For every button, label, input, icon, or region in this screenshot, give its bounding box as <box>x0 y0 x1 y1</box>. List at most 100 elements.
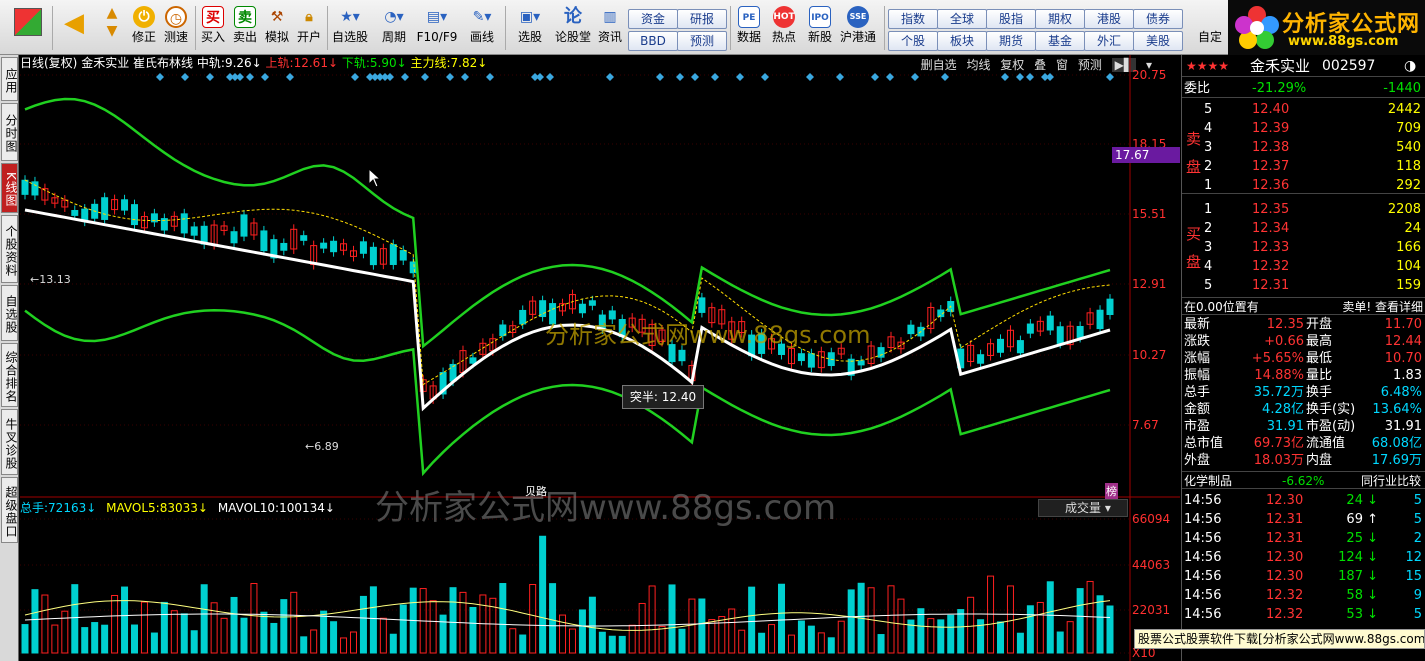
speed-test-button[interactable]: ◷ 测速 <box>160 4 192 52</box>
volume-bar <box>1056 631 1064 654</box>
event-tag[interactable]: 贝路 <box>525 483 547 499</box>
stock-button[interactable]: 个股 <box>888 31 938 51</box>
signal-diamond <box>806 73 814 81</box>
up-down-button[interactable]: ▲ ▼ <box>98 4 126 52</box>
data-button[interactable]: PE 数据 <box>734 4 764 52</box>
sell-note-link[interactable]: 卖单! 查看详细 <box>1342 298 1423 316</box>
volume-bar <box>150 632 158 654</box>
index-futures-button[interactable]: 股指 <box>986 9 1036 29</box>
buy-level-row[interactable]: 1 12.35 2208 <box>1182 200 1425 219</box>
capital-button[interactable]: 资金 <box>628 9 678 29</box>
bbd-button[interactable]: BBD <box>628 31 678 51</box>
forecast-button[interactable]: 预测 <box>677 31 727 51</box>
volume-bar <box>519 634 527 654</box>
candle-body <box>857 360 865 366</box>
candle-body <box>807 353 815 368</box>
volume-bar <box>61 610 69 654</box>
app-menu-icon[interactable] <box>10 4 46 52</box>
indicator-select[interactable]: 成交量 ▾ <box>1038 499 1128 517</box>
tab-super-book[interactable]: 超级盘口 <box>1 477 18 543</box>
options-button[interactable]: 期权 <box>1035 9 1085 29</box>
volume-bar <box>718 616 726 654</box>
stat-row: 外盘 18.03万 内盘 17.69万 <box>1184 453 1422 468</box>
f10-button[interactable]: ▤▾ F10/F9 <box>416 4 458 52</box>
hot-button[interactable]: HOT 热点 <box>768 4 800 52</box>
stat-row: 总手 35.72万 换手 6.48% <box>1184 385 1422 400</box>
fund-button[interactable]: 基金 <box>1035 31 1085 51</box>
futures-button[interactable]: 期货 <box>986 31 1036 51</box>
open-account-button[interactable]: 🔒︎ 开户 <box>294 4 324 52</box>
menu-icon[interactable]: ◑ <box>1404 55 1416 77</box>
industry-compare-link[interactable]: 同行业比较 <box>1361 472 1421 490</box>
buy-button[interactable]: 买买入 <box>198 4 228 52</box>
sell-level-row[interactable]: 4 12.39 709 <box>1182 119 1425 138</box>
bottom-banner[interactable]: 股票公式股票软件下载[分析家公式网www.88gs.com <box>1134 629 1425 649</box>
mavol10: 100134 <box>279 501 325 515</box>
signal-diamond <box>711 73 719 81</box>
news-button[interactable]: ▥ 资讯 <box>594 4 626 52</box>
hammer-icon: ⚒ <box>270 9 284 25</box>
signal-diamond <box>1106 73 1114 81</box>
buy-level-row[interactable]: 4 12.32 104 <box>1182 257 1425 276</box>
us-stock-button[interactable]: 美股 <box>1133 31 1183 51</box>
order-ratio: -21.29% <box>1252 81 1307 96</box>
hk-stock-button[interactable]: 港股 <box>1084 9 1134 29</box>
candle-body <box>330 240 338 253</box>
candle-body <box>877 347 885 358</box>
buy-level-row[interactable]: 5 12.31 159 <box>1182 276 1425 295</box>
tab-stock-profile[interactable]: 个股资料 <box>1 215 18 283</box>
buy-level-row[interactable]: 3 12.33 166 <box>1182 238 1425 257</box>
period-button[interactable]: ◔▾ 周期 <box>374 4 414 52</box>
tick-row: 14:56 12.30 24 ↓ 5 <box>1184 493 1422 508</box>
forex-button[interactable]: 外汇 <box>1084 31 1134 51</box>
tab-ranking[interactable]: 综合排名 <box>1 343 18 407</box>
candle-body <box>260 230 268 252</box>
new-stock-button[interactable]: IPO 新股 <box>804 4 836 52</box>
sector-button[interactable]: 板块 <box>937 31 987 51</box>
tick-row: 14:56 12.31 69 ↑ 5 <box>1184 512 1422 527</box>
draw-line-button[interactable]: ✎▾ 画线 <box>462 4 502 52</box>
sell-level-row[interactable]: 2 12.37 118 <box>1182 157 1425 176</box>
volume-bar <box>559 614 567 654</box>
research-button[interactable]: 研报 <box>677 9 727 29</box>
hk-connect-button[interactable]: SSE 沪港通 <box>838 4 878 52</box>
forum-icon: 论 <box>564 6 582 27</box>
volume-bar <box>758 632 766 654</box>
volume-bar <box>668 584 676 654</box>
signal-diamond <box>1016 73 1024 81</box>
index-button[interactable]: 指数 <box>888 9 938 29</box>
simulate-button[interactable]: ⚒ 模拟 <box>262 4 292 52</box>
stock-picker-button[interactable]: ▣▾ 选股 <box>508 4 552 52</box>
fix-button[interactable]: ⏻ 修正 <box>128 4 160 52</box>
sell-level-row[interactable]: 3 12.38 540 <box>1182 138 1425 157</box>
tab-apps[interactable]: 应用 <box>1 57 18 101</box>
volume-bar <box>578 609 586 654</box>
back-button[interactable]: ◀ <box>58 4 90 52</box>
stock-code: 002597 <box>1322 58 1376 74</box>
ipo-icon: IPO <box>809 6 831 28</box>
buy-level-row[interactable]: 2 12.34 24 <box>1182 219 1425 238</box>
tab-diagnosis[interactable]: 牛叉诊股 <box>1 409 18 475</box>
sell-level-row[interactable]: 5 12.40 2442 <box>1182 100 1425 119</box>
tick-row: 14:56 12.30 124 ↓ 12 <box>1184 550 1422 565</box>
forum-button[interactable]: 论论股堂 <box>554 4 592 52</box>
candle-body <box>578 303 586 314</box>
tab-kline[interactable]: K线图 <box>1 163 18 213</box>
candle-body <box>130 204 138 226</box>
global-button[interactable]: 全球 <box>937 9 987 29</box>
signal-diamond <box>871 73 879 81</box>
candle-body <box>389 244 397 265</box>
kline-chart-panel[interactable]: 日线(复权) 金禾实业 崔氏布林线 中轨:9.26↓ 上轨:12.61↓ 下轨:… <box>20 55 1180 661</box>
rating-stars: ★★★★ <box>1186 59 1230 73</box>
industry-name[interactable]: 化学制品 <box>1184 472 1232 490</box>
screen-icon: ▣▾ <box>519 9 541 25</box>
volume-bar <box>768 624 776 654</box>
tab-intraday[interactable]: 分时图 <box>1 103 18 161</box>
tab-watchlist[interactable]: 自选股 <box>1 285 18 341</box>
bond-button[interactable]: 债券 <box>1133 9 1183 29</box>
watchlist-button[interactable]: ★▾ 自选股 <box>330 4 370 52</box>
volume-bar <box>937 619 945 654</box>
sell-button[interactable]: 卖卖出 <box>230 4 260 52</box>
rank-tag[interactable]: 榜 <box>1105 483 1118 499</box>
candle-body <box>71 210 79 216</box>
